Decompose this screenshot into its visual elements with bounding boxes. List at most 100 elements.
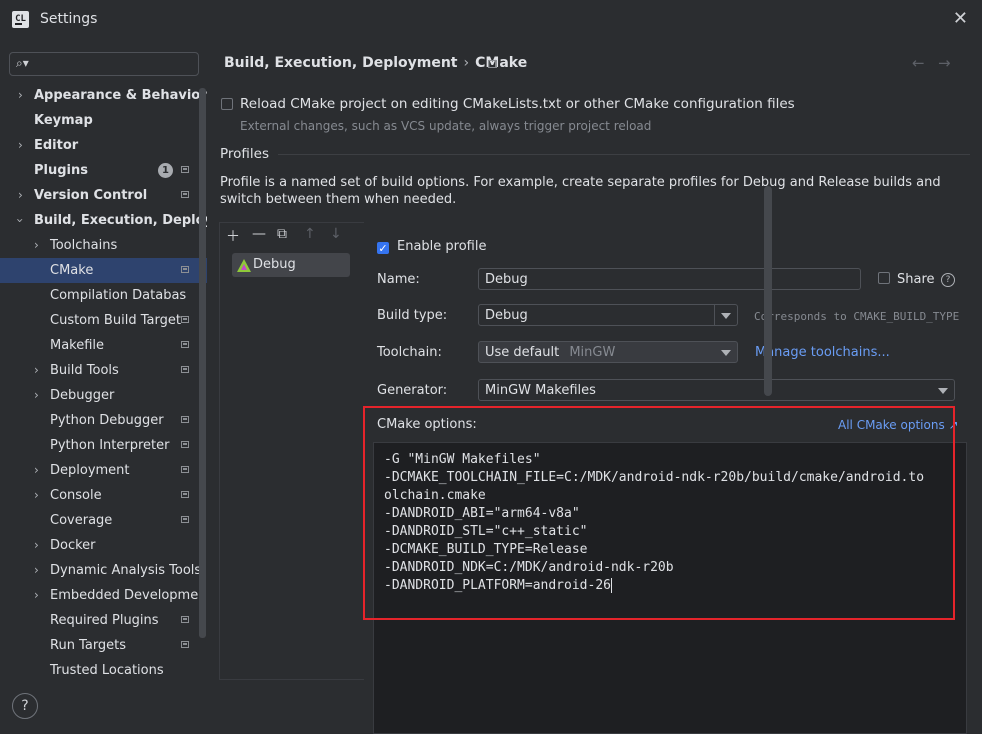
tree-item-label: Build Tools [50, 363, 119, 378]
breadcrumb: Build, Execution, Deployment › CMake [224, 55, 527, 71]
profiles-description: Profile is a named set of build options.… [220, 175, 941, 207]
tree-item-keymap[interactable]: Keymap [0, 108, 207, 133]
tree-item-compilation-database[interactable]: Compilation Databas [0, 283, 207, 308]
forward-arrow-icon[interactable]: → [938, 54, 951, 72]
add-icon[interactable]: ＋ [226, 226, 240, 246]
tree-item-docker[interactable]: › Docker [0, 533, 207, 558]
tree-item-label: Docker [50, 538, 96, 553]
move-down-icon[interactable]: ↓ [330, 226, 342, 242]
tree-item-deployment[interactable]: › Deployment [0, 458, 207, 483]
help-button[interactable]: ? [12, 693, 38, 719]
copy-icon[interactable]: ⧉ [277, 226, 287, 242]
project-level-icon [181, 191, 189, 198]
tree-item-version-control[interactable]: › Version Control [0, 183, 207, 208]
share-label[interactable]: Share [897, 272, 935, 287]
project-level-icon [181, 266, 189, 273]
build-type-combobox[interactable]: Debug [478, 304, 738, 326]
chevron-right-icon: › [18, 138, 23, 152]
close-icon[interactable]: ✕ [953, 8, 968, 29]
project-level-icon [181, 516, 189, 523]
tree-item-coverage[interactable]: Coverage [0, 508, 207, 533]
project-level-icon [181, 366, 189, 373]
tree-item-label: Version Control [34, 188, 148, 203]
tree-item-debugger[interactable]: › Debugger [0, 383, 207, 408]
enable-profile-label[interactable]: Enable profile [397, 239, 486, 254]
move-up-icon[interactable]: ↑ [304, 226, 316, 242]
tree-item-label: Plugins [34, 163, 88, 178]
project-level-icon [181, 316, 189, 323]
breadcrumb-parent[interactable]: Build, Execution, Deployment [224, 55, 458, 71]
tree-item-python-debugger[interactable]: Python Debugger [0, 408, 207, 433]
chevron-down-icon[interactable] [932, 380, 954, 400]
breadcrumb-separator: › [463, 55, 470, 71]
tree-item-label: Deployment [50, 463, 130, 478]
tree-item-label: Required Plugins [50, 613, 159, 628]
tree-item-label: Custom Build Target [50, 313, 181, 328]
search-icon: ⌕▾ [16, 56, 29, 70]
project-level-icon [181, 441, 189, 448]
remove-icon[interactable]: — [252, 226, 266, 242]
cmake-settings-panel: Build, Execution, Deployment › CMake ← → R… [208, 40, 982, 734]
profile-item-label: Debug [253, 257, 296, 272]
toolchain-value: Use default [485, 345, 560, 360]
tree-item-label: Keymap [34, 113, 93, 128]
settings-tree: › Appearance & Behavior Keymap › Editor Pl… [0, 83, 207, 680]
chevron-right-icon: › [34, 463, 39, 477]
window-title: Settings [40, 11, 98, 27]
tree-item-label: Debugger [50, 388, 115, 403]
tree-item-trusted-locations[interactable]: Trusted Locations [0, 658, 207, 680]
enable-profile-checkbox[interactable]: ✓ [377, 242, 389, 254]
profile-details-scrollbar[interactable] [764, 186, 772, 396]
tree-item-dynamic-analysis-tools[interactable]: › Dynamic Analysis Tools [0, 558, 207, 583]
tree-item-label: Compilation Databas [50, 288, 187, 303]
tree-item-appearance[interactable]: › Appearance & Behavior [0, 83, 207, 108]
manage-toolchains-link[interactable]: Manage toolchains... [755, 345, 890, 360]
tree-item-toolchains[interactable]: › Toolchains [0, 233, 207, 258]
chevron-right-icon: › [34, 588, 39, 602]
tree-item-label: Trusted Locations [50, 663, 164, 678]
build-type-label: Build type: [377, 308, 448, 323]
toolchain-combobox[interactable]: Use default MinGW [478, 341, 738, 363]
chevron-down-icon[interactable] [715, 342, 737, 362]
tree-item-label: Editor [34, 138, 79, 153]
profiles-list: ＋ — ⧉ ↑ ↓ Debug [219, 222, 374, 680]
tree-item-python-interpreter[interactable]: Python Interpreter [0, 433, 207, 458]
tree-item-run-targets[interactable]: Run Targets [0, 633, 207, 658]
tree-item-cmake[interactable]: CMake [0, 258, 207, 283]
chevron-down-icon: › [12, 218, 27, 223]
project-level-icon [181, 416, 189, 423]
tree-item-console[interactable]: › Console [0, 483, 207, 508]
generator-combobox[interactable]: MinGW Makefiles [478, 379, 955, 401]
reload-cmake-checkbox[interactable] [221, 98, 233, 110]
annotation-highlight-box [363, 406, 955, 620]
reload-cmake-label[interactable]: Reload CMake project on editing CMakeLis… [240, 96, 795, 112]
settings-sidebar: ⌕▾ › Appearance & Behavior Keymap › Editor… [0, 40, 207, 680]
generator-label: Generator: [377, 383, 448, 398]
profile-name-input[interactable]: Debug [478, 268, 861, 290]
tree-item-makefile[interactable]: Makefile [0, 333, 207, 358]
project-level-icon [181, 641, 189, 648]
reload-cmake-hint: External changes, such as VCS update, al… [240, 119, 652, 133]
share-checkbox[interactable] [878, 272, 890, 284]
tree-item-build-tools[interactable]: › Build Tools [0, 358, 207, 383]
tree-item-label: Console [50, 488, 102, 503]
chevron-right-icon: › [34, 538, 39, 552]
settings-search-input[interactable]: ⌕▾ [9, 52, 199, 76]
tree-item-label: Python Interpreter [50, 438, 170, 453]
tree-item-editor[interactable]: › Editor [0, 133, 207, 158]
back-arrow-icon[interactable]: ← [912, 54, 925, 72]
tree-item-embedded-development[interactable]: › Embedded Developme [0, 583, 207, 608]
profile-list-item[interactable]: Debug [232, 253, 350, 277]
sidebar-scrollbar[interactable] [199, 88, 206, 638]
tree-item-plugins[interactable]: Plugins 1 [0, 158, 207, 183]
build-type-value: Debug [485, 308, 528, 323]
tree-item-required-plugins[interactable]: Required Plugins [0, 608, 207, 633]
tree-item-label: Embedded Developme [50, 588, 199, 603]
tree-item-custom-build-targets[interactable]: Custom Build Target [0, 308, 207, 333]
chevron-down-icon[interactable] [714, 305, 737, 325]
plugins-update-badge: 1 [158, 163, 173, 178]
help-question-icon[interactable]: ? [941, 273, 955, 287]
breadcrumb-current: CMake [475, 55, 528, 71]
tree-item-build-execution-deployment[interactable]: › Build, Execution, Deploym [0, 208, 207, 233]
build-type-hint: Corresponds to CMAKE_BUILD_TYPE [754, 310, 960, 323]
